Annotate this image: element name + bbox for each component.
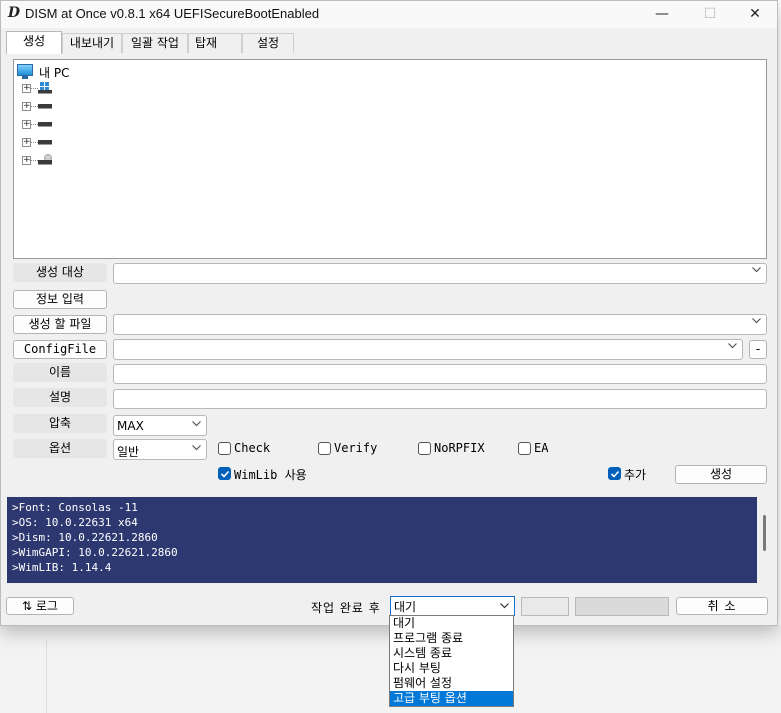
status-box [521,597,569,616]
verify-label: Verify [334,441,378,455]
after-complete-select[interactable]: 대기 [390,596,515,616]
target-file-button[interactable]: 생성 할 파일 [13,315,107,334]
append-checkbox[interactable] [608,467,621,480]
drive-icon [38,160,52,165]
tree-node-drive[interactable]: + [22,118,62,132]
config-remove-button[interactable]: - [749,340,767,359]
tree-node-drive[interactable]: + [22,136,62,150]
expand-icon[interactable]: + [22,120,31,129]
chevron-down-icon [752,318,761,326]
checkmark-icon [610,470,620,478]
log-scrollbar[interactable] [763,515,766,551]
config-file-button[interactable]: ConfigFile [13,340,107,359]
wimlib-checkbox[interactable] [218,467,231,480]
window-title: DISM at Once v0.8.1 x64 UEFISecureBootEn… [25,6,320,21]
log-line: >WimGAPI: 10.0.22621.2860 [12,546,178,559]
tree-connector [31,124,38,125]
app-icon: D [7,5,21,21]
drive-icon [38,140,52,145]
tree-root-label: 내 PC [39,66,70,80]
log-line: >OS: 10.0.22631 x64 [12,516,138,529]
target-file-combobox[interactable] [113,314,767,335]
tab-batch[interactable]: 일괄 작업 [122,33,188,53]
log-line: >WimLIB: 1.14.4 [12,561,112,574]
expand-icon[interactable]: + [22,102,31,111]
main-window: D DISM at Once v0.8.1 x64 UEFISecureBoot… [0,0,778,626]
append-label: 추가 [624,468,647,482]
chevron-down-icon [728,343,737,351]
log-toggle-button[interactable]: ⇅ 로그 [6,597,74,615]
create-button[interactable]: 생성 [675,465,767,484]
chevron-down-icon [500,603,509,611]
description-label: 설명 [13,388,107,407]
description-input[interactable] [113,389,767,409]
dropdown-option-wait[interactable]: 대기 [390,616,513,631]
log-line: >Font: Consolas -11 [12,501,138,514]
background-divider [46,640,47,713]
option-value: 일반 [117,445,140,459]
minimize-button[interactable]: — [639,1,685,28]
maximize-button: ☐ [703,6,717,22]
computer-icon [17,64,33,76]
after-complete-label: 작업 완료 후 [311,601,381,615]
compress-select[interactable]: MAX [113,415,207,436]
expand-icon[interactable]: + [22,156,31,165]
drive-icon [38,122,52,127]
log-output[interactable]: >Font: Consolas -11 >OS: 10.0.22631 x64 … [7,497,757,583]
cancel-button[interactable]: 취 소 [676,597,768,615]
ea-checkbox[interactable] [518,442,531,455]
ea-label: EA [534,441,549,455]
tab-settings[interactable]: 설정 [242,33,294,53]
tree-node-optical-drive[interactable]: + [22,154,62,168]
drive-tree[interactable]: 내 PC + + + + + [13,59,767,259]
drive-icon [38,90,52,94]
norpfix-checkbox[interactable] [418,442,431,455]
close-button[interactable]: ✕ [732,1,778,28]
verify-checkbox[interactable] [318,442,331,455]
chevron-down-icon [752,267,761,275]
chevron-down-icon [192,445,201,453]
chevron-down-icon [192,421,201,429]
tree-connector [31,160,38,161]
name-label: 이름 [13,363,107,382]
tab-mount[interactable]: 탑재 [188,33,242,53]
config-file-combobox[interactable] [113,339,743,360]
tree-connector [31,88,38,89]
after-complete-dropdown[interactable]: 대기 프로그램 종료 시스템 종료 다시 부팅 펌웨어 설정 고급 부팅 옵션 [389,615,514,707]
tab-create[interactable]: 생성 [6,31,62,54]
option-label: 옵션 [13,439,107,458]
tree-node-drive[interactable]: + [22,100,62,114]
log-line: >Dism: 10.0.22621.2860 [12,531,158,544]
after-complete-value: 대기 [394,600,417,614]
tree-node-system-drive[interactable]: + [22,82,62,96]
checkmark-icon [220,470,230,478]
title-bar[interactable]: D DISM at Once v0.8.1 x64 UEFISecureBoot… [1,1,777,28]
progress-bar [575,597,669,616]
expand-icon[interactable]: + [22,84,31,93]
dropdown-option-firmware[interactable]: 펌웨어 설정 [390,676,513,691]
info-input-button[interactable]: 정보 입력 [13,290,107,309]
dropdown-option-exit-program[interactable]: 프로그램 종료 [390,631,513,646]
norpfix-label: NoRPFIX [434,441,485,455]
dropdown-option-shutdown[interactable]: 시스템 종료 [390,646,513,661]
compress-label: 압축 [13,414,107,433]
tree-connector [31,106,38,107]
drive-icon [38,104,52,109]
name-input[interactable] [113,364,767,384]
tree-connector [31,142,38,143]
option-select[interactable]: 일반 [113,439,207,460]
dropdown-option-reboot[interactable]: 다시 부팅 [390,661,513,676]
tab-export[interactable]: 내보내기 [62,33,122,53]
check-label: Check [234,441,271,455]
computer-stand [22,76,28,79]
target-combobox[interactable] [113,263,767,284]
target-label: 생성 대상 [13,263,107,282]
expand-icon[interactable]: + [22,138,31,147]
dropdown-option-advanced-boot[interactable]: 고급 부팅 옵션 [390,691,513,706]
wimlib-label: WimLib 사용 [234,468,307,482]
check-checkbox[interactable] [218,442,231,455]
compress-value: MAX [117,419,144,433]
